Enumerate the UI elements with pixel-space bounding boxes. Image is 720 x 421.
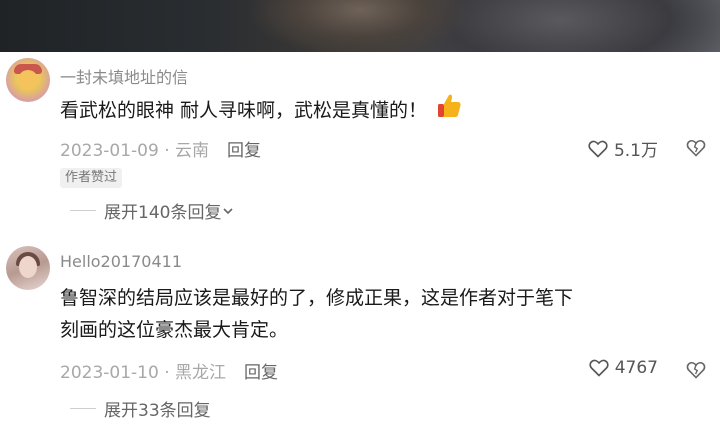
thumbs-up-icon xyxy=(435,92,463,130)
video-player-area[interactable] xyxy=(0,0,720,52)
expand-replies-label: 展开140条回复 xyxy=(104,203,222,223)
comment-text-line-1: 鲁智深的结局应该是最好的了，修成正果，这是作者对于笔下 xyxy=(60,287,574,309)
comment-date: 2023-01-10 xyxy=(60,363,159,383)
reply-button[interactable]: 回复 xyxy=(244,363,278,383)
comment-text-line-2: 刻画的这位豪杰最大肯定。 xyxy=(60,319,289,341)
comment-meta: 2023-01-10 · 黑龙江 回复 xyxy=(60,363,279,383)
expand-replies-button[interactable]: 展开140条回复 xyxy=(70,198,235,223)
comment-location: 云南 xyxy=(175,141,210,161)
comment-username[interactable]: 一封未填地址的信 xyxy=(60,64,188,88)
dislike-icon[interactable] xyxy=(686,360,706,380)
expand-replies-label: 展开33条回复 xyxy=(104,401,211,421)
like-count: 5.1万 xyxy=(613,141,658,161)
divider xyxy=(70,408,96,409)
comment-location: 黑龙江 xyxy=(175,363,227,383)
comment-item: 一封未填地址的信 看武松的眼神 耐人寻味啊，武松是真懂的！ 2023-01-09… xyxy=(0,52,720,232)
avatar[interactable] xyxy=(6,58,50,102)
comment-username[interactable]: Hello20170411 xyxy=(60,252,182,271)
chevron-down-icon xyxy=(223,207,234,214)
expand-replies-button[interactable]: 展开33条回复 xyxy=(70,396,211,421)
comment-text: 看武松的眼神 耐人寻味啊，武松是真懂的！ xyxy=(60,92,463,130)
like-count: 4767 xyxy=(614,358,658,378)
comment-meta: 2023-01-09 · 云南 回复 xyxy=(60,141,262,161)
comment-item: Hello20170411 鲁智深的结局应该是最好的了，修成正果，这是作者对于笔… xyxy=(0,240,720,421)
heart-icon xyxy=(588,140,608,158)
reply-button[interactable]: 回复 xyxy=(227,141,261,161)
avatar[interactable] xyxy=(6,246,50,290)
comment-date: 2023-01-09 xyxy=(60,141,159,161)
heart-icon xyxy=(589,359,609,377)
like-button[interactable]: 5.1万 xyxy=(588,136,658,161)
like-button[interactable]: 4767 xyxy=(589,358,658,378)
author-liked-badge: 作者赞过 xyxy=(60,168,123,188)
dislike-icon[interactable] xyxy=(686,138,706,158)
divider xyxy=(70,210,96,211)
